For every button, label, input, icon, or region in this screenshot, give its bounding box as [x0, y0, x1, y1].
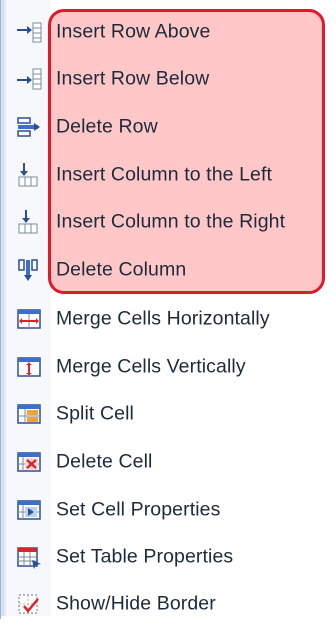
- menu-item-split-cell[interactable]: Split Cell: [1, 392, 336, 436]
- menu-item-delete-column[interactable]: Delete Column: [1, 248, 336, 292]
- merge-cells-vertically-icon: [15, 353, 43, 381]
- menu-item-insert-row-below[interactable]: Insert Row Below: [1, 57, 336, 101]
- delete-cell-icon: [15, 448, 43, 476]
- menu-item-label: Merge Cells Horizontally: [56, 307, 270, 330]
- merge-cells-horizontally-icon: [15, 305, 43, 333]
- set-table-properties-icon: [15, 543, 43, 571]
- show-hide-border-icon: [15, 590, 43, 618]
- split-cell-icon: [15, 400, 43, 428]
- menu-item-label: Delete Column: [56, 258, 187, 281]
- menu-item-insert-column-right[interactable]: Insert Column to the Right: [1, 200, 336, 244]
- menu-item-set-cell-properties[interactable]: Set Cell Properties: [1, 488, 336, 532]
- delete-row-icon: [15, 113, 43, 141]
- menu-item-label: Insert Column to the Right: [56, 210, 286, 233]
- menu-item-insert-column-left[interactable]: Insert Column to the Left: [1, 153, 336, 197]
- insert-column-right-icon: [15, 208, 43, 236]
- menu-item-label: Merge Cells Vertically: [56, 355, 246, 378]
- menu-item-delete-row[interactable]: Delete Row: [1, 105, 336, 149]
- insert-column-left-icon: [15, 161, 43, 189]
- menu-item-label: Insert Column to the Left: [56, 163, 273, 186]
- menu-item-label: Show/Hide Border: [56, 592, 216, 615]
- set-cell-properties-icon: [15, 496, 43, 524]
- menu-item-merge-cells-vertically[interactable]: Merge Cells Vertically: [1, 345, 336, 389]
- menu-item-label: Split Cell: [56, 402, 134, 425]
- menu-item-label: Delete Row: [56, 115, 158, 138]
- menu-item-label: Set Table Properties: [56, 545, 234, 568]
- table-context-menu: Insert Row Above Insert Row Below Delete…: [0, 0, 336, 619]
- menu-item-label: Delete Cell: [56, 450, 153, 473]
- insert-row-above-icon: [15, 18, 43, 46]
- delete-column-icon: [15, 256, 43, 284]
- menu-item-show-hide-border[interactable]: Show/Hide Border: [1, 582, 336, 626]
- insert-row-below-icon: [15, 65, 43, 93]
- menu-item-label: Set Cell Properties: [56, 498, 221, 521]
- menu-item-label: Insert Row Above: [56, 20, 211, 43]
- menu-item-delete-cell[interactable]: Delete Cell: [1, 440, 336, 484]
- menu-item-label: Insert Row Below: [56, 67, 210, 90]
- menu-item-insert-row-above[interactable]: Insert Row Above: [1, 10, 336, 54]
- menu-item-merge-cells-horizontally[interactable]: Merge Cells Horizontally: [1, 297, 336, 341]
- menu-item-set-table-properties[interactable]: Set Table Properties: [1, 535, 336, 579]
